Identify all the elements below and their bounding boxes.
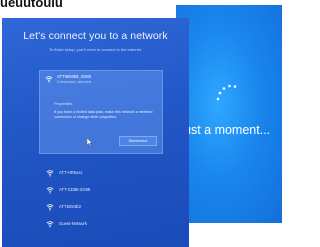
just-a-moment-message: ust a moment... [184, 123, 271, 137]
wifi-icon [46, 204, 54, 211]
mouse-cursor-icon [87, 138, 93, 147]
loading-spinner-icon [216, 84, 237, 101]
just-a-moment-screen: ust a moment... [176, 5, 282, 223]
wifi-icon [46, 170, 54, 177]
page-title: Let's connect you to a network [23, 30, 168, 42]
network-name: ATT-HR5xxx [59, 170, 83, 175]
network-name: ATT6294E2 [59, 204, 82, 209]
network-name: ATT-CD88-2G89 [59, 187, 91, 192]
wifi-icon [46, 187, 54, 194]
network-setup-screen: Let's connect you to a network To finish… [2, 18, 189, 247]
properties-heading[interactable]: Properties [54, 101, 72, 106]
selected-network-row[interactable]: ATT6060k8, 2G89 Connected, secured [43, 74, 161, 88]
top-caption: ueuutouiu [0, 0, 63, 10]
selected-network-name: ATT6060k8, 2G89 [57, 74, 91, 79]
properties-description: If you have a limited data plan, make th… [54, 110, 153, 120]
selected-network-card[interactable]: ATT6060k8, 2G89 Connected, secured Prope… [39, 70, 163, 154]
network-list-item[interactable]: ATT-CD88-2G89 [46, 185, 166, 195]
wifi-icon [46, 221, 54, 228]
wifi-icon [45, 76, 53, 83]
network-list-item[interactable]: ATT6294E2 [46, 202, 166, 212]
network-list-item[interactable]: Guest-Network [46, 219, 166, 229]
network-name: Guest-Network [59, 221, 87, 226]
page-subtitle: To finish setup, you'll need to connect … [48, 47, 143, 52]
disconnect-button[interactable]: Disconnect [119, 136, 157, 146]
selected-network-status: Connected, secured [57, 80, 91, 84]
network-list-item[interactable]: ATT-HR5xxx [46, 168, 166, 178]
